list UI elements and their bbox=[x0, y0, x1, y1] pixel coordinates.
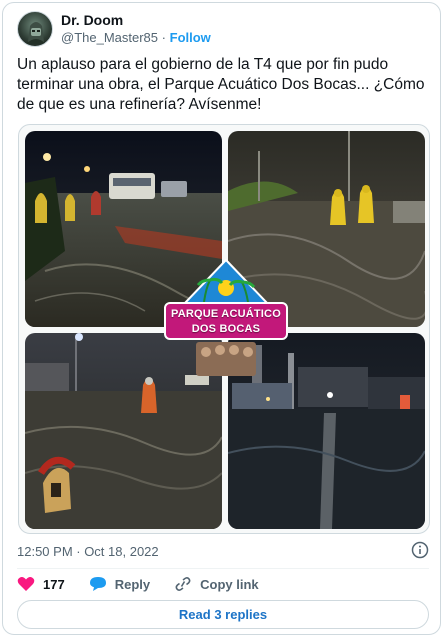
avatar[interactable] bbox=[17, 11, 53, 47]
copy-link-label: Copy link bbox=[200, 576, 259, 592]
read-replies-button[interactable]: Read 3 replies bbox=[17, 600, 429, 629]
follow-button[interactable]: Follow bbox=[170, 30, 211, 45]
logo-title-line2: DOS BOCAS bbox=[191, 323, 261, 335]
reply-label: Reply bbox=[114, 576, 151, 592]
user-handle[interactable]: @The_Master85 bbox=[61, 30, 158, 45]
link-icon bbox=[175, 577, 191, 591]
logo-banner: PARQUE ACUÁTICO DOS BOCAS bbox=[164, 302, 288, 340]
heart-icon bbox=[17, 577, 35, 591]
reply-button[interactable]: Reply bbox=[89, 576, 150, 592]
tweet-media-grid[interactable]: PARQUE ACUÁTICO DOS BOCAS bbox=[18, 124, 430, 534]
tweet-text: Un aplauso para el gobierno de la T4 que… bbox=[17, 56, 425, 113]
tweet-timestamp[interactable]: 12:50 PM · Oct 18, 2022 bbox=[17, 544, 159, 559]
info-icon[interactable] bbox=[411, 541, 429, 564]
display-name[interactable]: Dr. Doom bbox=[61, 12, 211, 29]
separator-dot: · bbox=[161, 30, 166, 45]
copy-link-button[interactable]: Copy link bbox=[174, 576, 259, 592]
tweet-header: Dr. Doom @The_Master85 · Follow bbox=[17, 9, 211, 49]
tweet-card: Dr. Doom @The_Master85 · Follow Un aplau… bbox=[2, 2, 441, 635]
divider bbox=[17, 568, 429, 569]
tweet-actions: 177 Reply Copy link bbox=[17, 574, 283, 594]
reply-icon bbox=[89, 577, 106, 591]
like-count: 177 bbox=[43, 576, 65, 592]
logo-title-line1: PARQUE ACUÁTICO bbox=[171, 308, 281, 320]
like-button[interactable]: 177 bbox=[17, 576, 65, 592]
parque-acuatico-logo: PARQUE ACUÁTICO DOS BOCAS bbox=[164, 258, 288, 378]
